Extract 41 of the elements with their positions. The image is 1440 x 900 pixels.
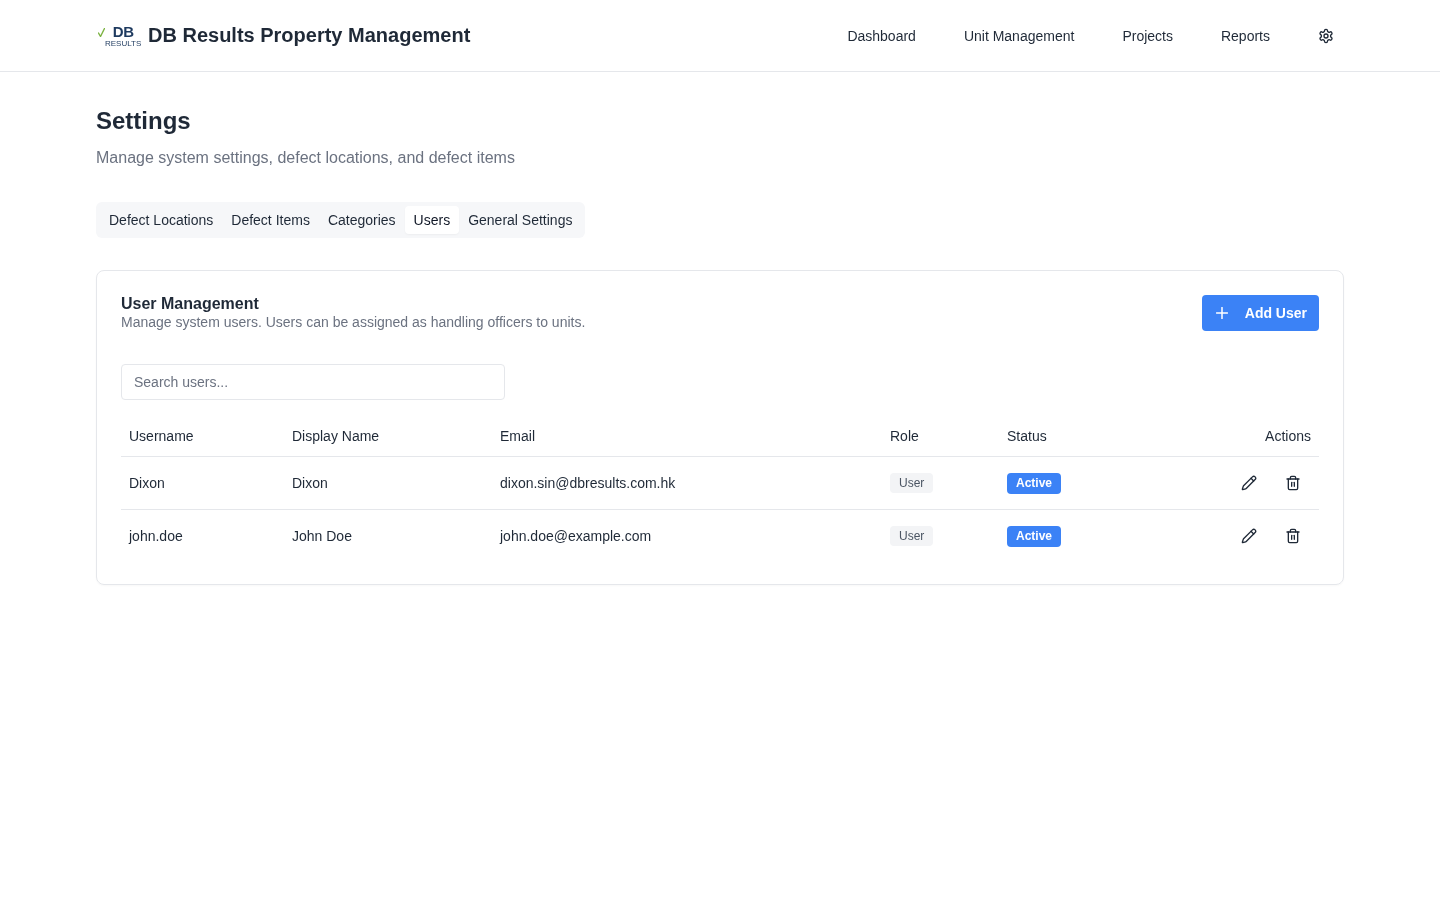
page-title: Settings <box>96 106 192 136</box>
table-cell-text: Dixon <box>128 475 166 491</box>
table-cell-text: john.doe <box>127 528 184 544</box>
nav-link[interactable]: Dashboard <box>847 27 916 44</box>
table-cell-text: John Doe <box>291 528 353 544</box>
role-badge: User <box>890 526 934 546</box>
checkmark-icon <box>98 28 105 37</box>
tab[interactable]: Users <box>404 206 460 234</box>
tab[interactable]: Defect Items <box>222 206 319 234</box>
table-cell-text: dixon.sin@dbresults.com.hk <box>499 475 677 491</box>
edit-icon[interactable] <box>1241 475 1257 491</box>
nav-link[interactable]: Unit Management <box>963 27 1075 44</box>
edit-icon[interactable] <box>1241 528 1257 544</box>
role-badge: User <box>890 473 934 493</box>
app-title: DB Results Property Management <box>148 24 471 47</box>
nav-link[interactable]: Projects <box>1122 27 1173 44</box>
column-header: Username <box>128 428 195 444</box>
page-subtitle: Manage system settings, defect locations, and defect items <box>96 148 516 168</box>
column-header: Actions <box>1264 428 1312 444</box>
logo-subtext: RESULTS <box>105 39 142 48</box>
nav-link[interactable]: Reports <box>1220 27 1270 44</box>
delete-icon[interactable] <box>1285 528 1301 544</box>
settings-icon[interactable] <box>1318 27 1334 44</box>
table-cell-text: Dixon <box>291 475 329 491</box>
column-header: Email <box>499 428 536 444</box>
tab[interactable]: Categories <box>318 206 405 234</box>
plus-icon <box>1215 307 1228 319</box>
column-header: Role <box>889 428 920 444</box>
status-badge: Active <box>1007 472 1062 494</box>
column-header: Display Name <box>291 428 381 444</box>
logo-text: DB <box>112 23 134 39</box>
tab[interactable]: General Settings <box>459 206 582 234</box>
column-header: Status <box>1006 428 1048 444</box>
status-badge: Active <box>1007 525 1062 547</box>
delete-icon[interactable] <box>1285 475 1301 491</box>
search-field[interactable]: Search users... <box>121 364 505 400</box>
tab[interactable]: Defect Locations <box>100 206 223 234</box>
table-cell-text: john.doe@example.com <box>498 528 653 544</box>
add-user-button[interactable]: Add User <box>1201 295 1319 331</box>
card-title: User Management <box>121 295 260 313</box>
card-subtitle: Manage system users. Users can be assigned as handling officers to units. <box>121 313 586 331</box>
